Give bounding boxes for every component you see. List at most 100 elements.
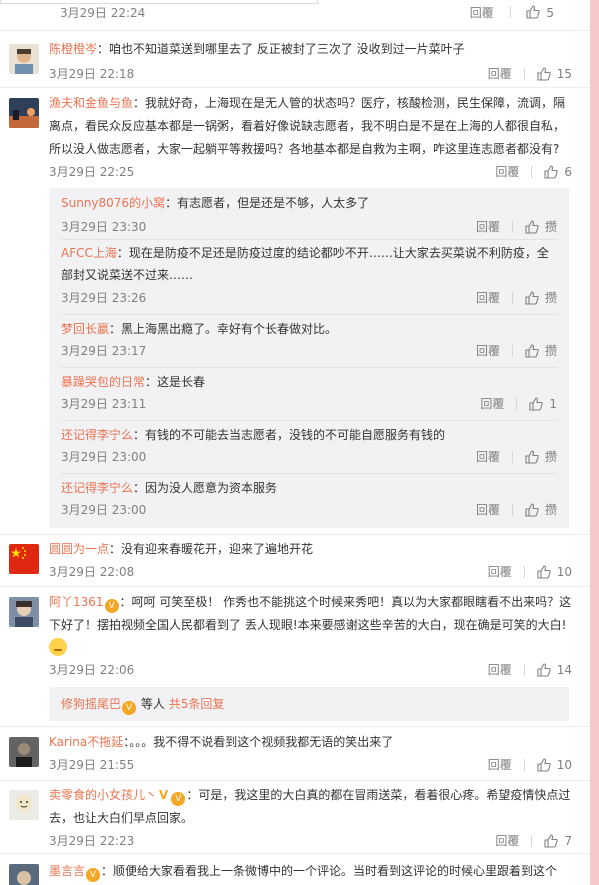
like-button[interactable]: 7	[544, 834, 572, 848]
more-replies-count[interactable]: 共5条回复	[169, 697, 225, 711]
reply-item: 暴躁哭包的日常：这是长春 3月29日 23:11 回覆 1	[49, 371, 569, 419]
divider	[523, 67, 525, 80]
reply-item: AFCC上海：现在是防疫不足还是防疫过度的结论都吵不开……让大家去买菜说不利防疫…	[49, 242, 569, 312]
divider	[523, 565, 525, 578]
comment-text: 墨言言 V ：顺便给大家看看我上一条微博中的一个评论。当时看到这评论的时候心里跟着到…	[49, 860, 572, 883]
comment-actions: 回覆 6	[495, 163, 572, 180]
comment-meta: 3月29日 22:06 回覆 14	[49, 661, 572, 681]
comment-item: 圆圆为一点：没有迎来春暖花开，迎来了遍地开花 3月29日 22:08 回覆 10	[0, 538, 590, 588]
thumbs-up-icon	[525, 343, 539, 358]
reply-actions: 回覆 攒	[476, 289, 557, 306]
comment-actions: 回覆 7	[495, 832, 572, 849]
reply-button[interactable]: 回覆	[488, 661, 512, 678]
like-button[interactable]: 攒	[525, 501, 557, 518]
comment-meta: 3月29日 22:23 回覆 7	[49, 832, 572, 852]
reply-button[interactable]: 回覆	[476, 289, 500, 306]
like-button[interactable]: 10	[537, 565, 572, 579]
comment-time: 3月29日 22:06	[49, 663, 135, 677]
thumbs-up-icon	[537, 66, 551, 81]
member-badge-icon: V	[122, 701, 137, 715]
comment-content: ：。。。我不得不说看到这个视频我都无语的笑出来了	[123, 735, 394, 749]
reply-text: 还记得李宁么：有钱的不可能去当志愿者，没钱的不可能自愿服务有钱的	[61, 424, 557, 446]
like-button[interactable]: 攒	[525, 218, 557, 235]
username-link[interactable]: 卖零食的小女孩儿丶	[49, 788, 157, 802]
divider	[531, 165, 533, 178]
reply-content: ：现在是防疫不足还是防疫过度的结论都吵不开……让大家去买菜说不利防疫，全部封又说…	[61, 246, 549, 282]
reply-item: 梦回长嬴：黑上海黑出瘾了。幸好有个长春做对比。 3月29日 23:17 回覆 攒	[49, 318, 569, 366]
username-link[interactable]: 渔夫和金鱼与鱼	[49, 96, 133, 110]
avatar[interactable]	[9, 98, 39, 128]
reply-meta: 3月29日 23:00 回覆 攒	[61, 448, 557, 468]
avatar[interactable]	[9, 44, 39, 74]
divider	[61, 367, 557, 368]
divider	[523, 663, 525, 676]
username-link[interactable]: 还记得李宁么	[61, 481, 133, 495]
more-replies-mid: 等人	[140, 697, 165, 711]
like-button[interactable]: 6	[544, 165, 572, 179]
reply-button[interactable]: 回覆	[476, 342, 500, 359]
like-button[interactable]: 15	[537, 67, 572, 81]
reply-button[interactable]: 回覆	[476, 218, 500, 235]
reply-button[interactable]: 回覆	[495, 163, 519, 180]
avatar[interactable]	[9, 544, 39, 574]
divider	[61, 420, 557, 421]
reply-content: ：有志愿者，但是还是不够，人太多了	[165, 196, 370, 210]
comment-meta: 3月29日 22:08 回覆 10	[49, 563, 572, 583]
reply-button[interactable]: 回覆	[470, 6, 494, 20]
like-button[interactable]: 1	[529, 397, 557, 411]
comment-time: 3月29日 22:18	[49, 67, 135, 81]
divider	[0, 586, 590, 587]
comment-text: 阿丫1361 V ：呵呵 可笑至极！ 作秀也不能挑这个时候来秀吧！真以为大家都眼瞎看…	[49, 591, 572, 660]
like-button[interactable]: 10	[537, 758, 572, 772]
username-link[interactable]: AFCC上海	[61, 246, 117, 260]
like-button[interactable]: 攒	[525, 342, 557, 359]
avatar[interactable]	[9, 790, 39, 820]
username-link[interactable]: Sunny8076的小窝	[61, 196, 165, 210]
thumbs-up-icon	[525, 449, 539, 464]
avatar[interactable]	[9, 737, 39, 767]
reply-button[interactable]: 回覆	[488, 65, 512, 82]
comment-content: ：没有迎来春暖花开，迎来了遍地开花	[109, 542, 314, 556]
divider	[0, 534, 590, 535]
username-link[interactable]: 阿丫1361	[49, 595, 104, 609]
like-button[interactable]: 5	[526, 5, 554, 20]
reply-list: Sunny8076的小窝：有志愿者，但是还是不够，人太多了 3月29日 23:3…	[49, 188, 569, 528]
comment-time: 3月29日 22:08	[49, 565, 135, 579]
reply-button[interactable]: 回覆	[476, 501, 500, 518]
avatar[interactable]	[9, 864, 39, 885]
username-link[interactable]: 陈橙橙岑	[49, 42, 97, 56]
username-link[interactable]: 圆圆为一点	[49, 542, 109, 556]
thumbs-up-icon	[525, 502, 539, 517]
username-link[interactable]: 还记得李宁么	[61, 428, 133, 442]
more-replies-link[interactable]: 修狗摇尾巴 V 等人 共5条回复	[49, 687, 569, 721]
divider	[0, 87, 590, 88]
divider	[0, 726, 590, 727]
like-count: 10	[556, 564, 572, 579]
like-count: 15	[556, 66, 572, 81]
reply-button[interactable]: 回覆	[480, 395, 504, 412]
divider	[511, 503, 513, 516]
comment-content: ：呵呵 可笑至极！ 作秀也不能挑这个时候来秀吧！真以为大家都眼瞎看不出来吗？这下…	[49, 595, 572, 632]
reply-button[interactable]: 回覆	[476, 448, 500, 465]
avatar[interactable]	[9, 597, 39, 627]
reply-meta: 3月29日 23:17 回覆 攒	[61, 342, 557, 362]
thumbs-up-icon	[529, 396, 544, 411]
like-button[interactable]: 攒	[525, 289, 557, 306]
reply-button[interactable]: 回覆	[488, 756, 512, 773]
like-button[interactable]: 攒	[525, 448, 557, 465]
username-link[interactable]: 修狗摇尾巴	[61, 697, 121, 711]
reply-button[interactable]: 回覆	[488, 563, 512, 580]
reply-meta: 3月29日 23:26 回覆 攒	[61, 289, 557, 309]
reply-button[interactable]: 回覆	[495, 832, 519, 849]
reply-time: 3月29日 23:30	[61, 220, 147, 234]
username-link[interactable]: 梦回长嬴	[61, 322, 109, 336]
username-link[interactable]: Karina不拖延	[49, 735, 123, 749]
like-button[interactable]: 14	[537, 663, 572, 677]
search-box-edge[interactable]	[0, 0, 318, 4]
username-link[interactable]: 墨言言	[49, 864, 85, 878]
comment-meta: 3月29日 22:25 回覆 6	[49, 163, 572, 183]
comment-item: 阿丫1361 V ：呵呵 可笑至极！ 作秀也不能挑这个时候来秀吧！真以为大家都眼瞎看…	[0, 591, 590, 726]
comment-meta: 3月29日 22:18 回覆 15	[49, 65, 572, 85]
username-link[interactable]: 暴躁哭包的日常	[61, 375, 145, 389]
verified-v-icon: V	[159, 788, 169, 802]
